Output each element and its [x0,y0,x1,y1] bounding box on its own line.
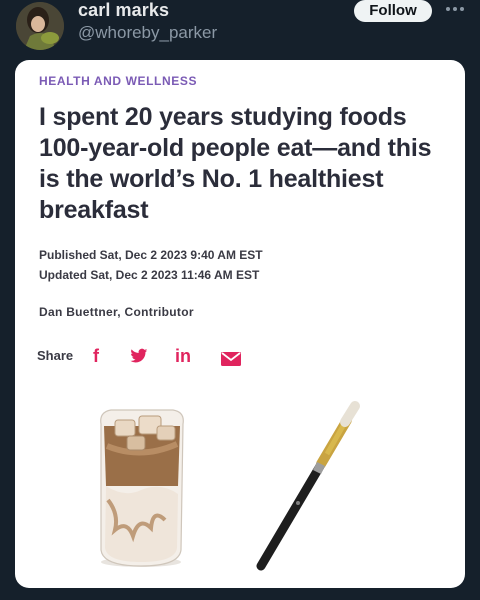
linkedin-icon[interactable]: in [175,346,191,367]
article-image [100,401,360,571]
iced-coffee-image [100,409,184,567]
display-name[interactable]: carl marks [78,0,169,21]
ellipsis-icon[interactable] [444,4,466,14]
share-label: Share [37,348,74,363]
mail-icon[interactable] [221,350,241,371]
twitter-icon[interactable] [130,348,148,369]
avatar[interactable] [16,2,64,50]
facebook-icon[interactable]: f [93,346,99,367]
user-handle[interactable]: @whoreby_parker [78,23,217,43]
published-date: Published Sat, Dec 2 2023 9:40 AM EST [39,248,263,262]
follow-button[interactable]: Follow [354,0,432,22]
author-byline: Dan Buettner, Contributor [39,305,194,319]
vape-pen-image [256,401,360,571]
tweet-header: carl marks @whoreby_parker Follow [0,0,480,56]
updated-date: Updated Sat, Dec 2 2023 11:46 AM EST [39,268,260,282]
article-category: HEALTH AND WELLNESS [39,74,198,88]
article-card[interactable]: HEALTH AND WELLNESS I spent 20 years stu… [15,60,465,588]
article-headline: I spent 20 years studying foods 100-year… [39,103,432,224]
